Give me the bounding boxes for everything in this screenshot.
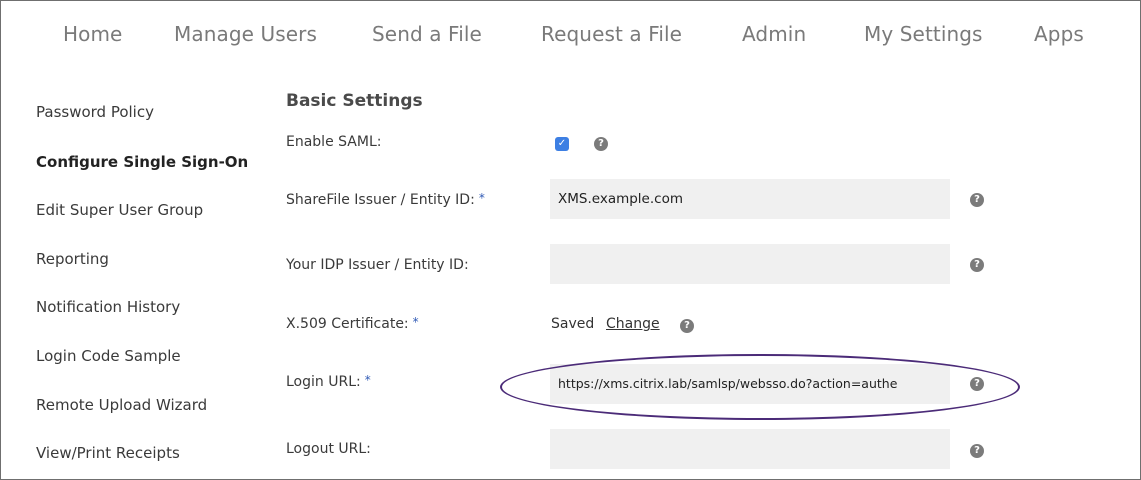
- issuer-entity-id-label-text: ShareFile Issuer / Entity ID:: [286, 192, 475, 208]
- enable-saml-label: Enable SAML:: [286, 134, 382, 150]
- sidebar-item-configure-sso[interactable]: Configure Single Sign-On: [36, 153, 248, 171]
- enable-saml-checkbox[interactable]: ✓: [555, 137, 569, 151]
- nav-send-a-file[interactable]: Send a File: [372, 22, 482, 46]
- nav-manage-users[interactable]: Manage Users: [174, 22, 317, 46]
- nav-home[interactable]: Home: [63, 22, 122, 46]
- top-nav: Home Manage Users Send a File Request a …: [0, 0, 1139, 72]
- help-icon[interactable]: ?: [680, 319, 694, 333]
- sidebar-item-notification-history[interactable]: Notification History: [36, 298, 180, 316]
- login-url-label: Login URL: *: [286, 373, 371, 390]
- issuer-entity-id-field[interactable]: XMS.example.com: [550, 179, 950, 219]
- sidebar-item-edit-super-user-group[interactable]: Edit Super User Group: [36, 201, 203, 219]
- nav-my-settings[interactable]: My Settings: [864, 22, 983, 46]
- nav-apps[interactable]: Apps: [1034, 22, 1084, 46]
- logout-url-field[interactable]: [550, 429, 950, 469]
- required-marker: *: [364, 373, 371, 387]
- sidebar-item-reporting[interactable]: Reporting: [36, 250, 109, 268]
- logout-url-label: Logout URL:: [286, 441, 371, 457]
- idp-entity-id-label: Your IDP Issuer / Entity ID:: [286, 257, 469, 273]
- sidebar-item-login-code-sample[interactable]: Login Code Sample: [36, 347, 181, 365]
- certificate-label-text: X.509 Certificate:: [286, 316, 409, 332]
- idp-entity-id-field[interactable]: [550, 244, 950, 284]
- required-marker: *: [412, 315, 419, 329]
- sidebar-item-password-policy[interactable]: Password Policy: [36, 103, 154, 121]
- section-title: Basic Settings: [286, 91, 423, 111]
- issuer-entity-id-label: ShareFile Issuer / Entity ID: *: [286, 191, 485, 208]
- certificate-status: Saved: [551, 316, 595, 332]
- help-icon[interactable]: ?: [970, 193, 984, 207]
- help-icon[interactable]: ?: [970, 258, 984, 272]
- nav-request-a-file[interactable]: Request a File: [541, 22, 682, 46]
- required-marker: *: [478, 191, 485, 205]
- help-icon[interactable]: ?: [594, 137, 608, 151]
- sidebar-item-view-print-receipts[interactable]: View/Print Receipts: [36, 444, 180, 462]
- nav-admin[interactable]: Admin: [742, 22, 806, 46]
- highlight-ellipse: [500, 354, 1020, 420]
- certificate-change-link[interactable]: Change: [606, 316, 660, 332]
- sidebar-item-remote-upload-wizard[interactable]: Remote Upload Wizard: [36, 396, 207, 414]
- help-icon[interactable]: ?: [970, 444, 984, 458]
- login-url-label-text: Login URL:: [286, 374, 361, 390]
- certificate-label: X.509 Certificate: *: [286, 315, 419, 332]
